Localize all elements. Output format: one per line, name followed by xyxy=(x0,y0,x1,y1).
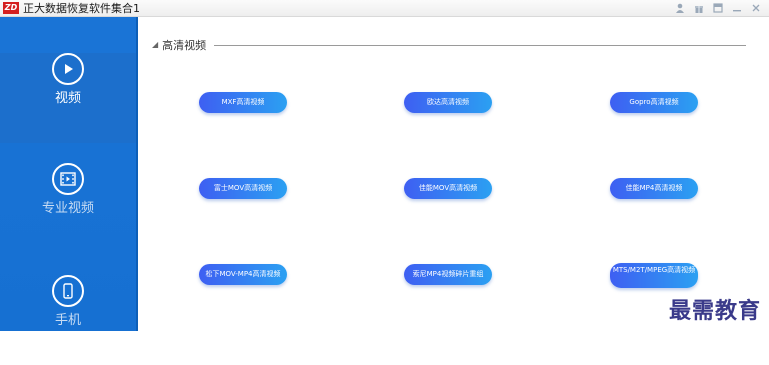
close-icon[interactable] xyxy=(748,2,763,14)
section-title: 高清视频 xyxy=(162,39,207,52)
canon-mp4-video-button[interactable]: 佳能MP4高清视频 xyxy=(610,178,698,199)
phone-icon xyxy=(52,275,84,307)
ouda-video-button[interactable]: 欧达高清视频 xyxy=(404,92,492,113)
gopro-video-button[interactable]: Gopro高清视频 xyxy=(610,92,698,113)
panasonic-mov-mp4-video-button[interactable]: 松下MOV-MP4高清视频 xyxy=(199,264,287,285)
canon-mov-video-button[interactable]: 佳能MOV高清视频 xyxy=(404,178,492,199)
section-header: ◢ 高清视频 xyxy=(152,37,746,53)
app-logo: ZD xyxy=(3,2,19,14)
collapse-arrow-icon[interactable]: ◢ xyxy=(152,37,158,53)
sidebar-item-pro-video[interactable]: 专业视频 xyxy=(0,163,136,253)
minimize-icon[interactable] xyxy=(729,2,744,14)
window-title: 正大数据恢复软件集合1 xyxy=(23,2,140,15)
sony-mp4-fragment-button[interactable]: 索尼MP4视频碎片重组 xyxy=(404,264,492,285)
mxf-video-button[interactable]: MXF高清视频 xyxy=(199,92,287,113)
play-icon xyxy=(52,53,84,85)
sidebar-item-label: 视频 xyxy=(54,91,81,106)
watermark-text: 最需教育 xyxy=(668,298,761,324)
fuji-mov-video-button[interactable]: 富士MOV高清视频 xyxy=(199,178,287,199)
sidebar-divider xyxy=(136,17,138,331)
mts-m2t-mpeg-video-button[interactable]: MTS/M2T/MPEG高清视频 xyxy=(610,263,698,288)
title-bar: ZD 正大数据恢复软件集合1 xyxy=(0,0,769,17)
gift-icon[interactable] xyxy=(691,2,706,14)
sidebar-item-label: 专业视频 xyxy=(41,201,94,216)
sidebar-item-video[interactable]: 视频 xyxy=(0,53,136,143)
section-divider xyxy=(214,44,746,46)
film-icon xyxy=(52,163,84,195)
user-icon[interactable] xyxy=(672,2,687,14)
window-controls xyxy=(672,1,763,15)
sidebar: 视频 专业视频 手机 xyxy=(0,17,138,331)
skin-icon[interactable] xyxy=(710,2,725,14)
sidebar-item-label: 手机 xyxy=(54,313,81,328)
sidebar-item-phone[interactable]: 手机 xyxy=(0,275,136,365)
